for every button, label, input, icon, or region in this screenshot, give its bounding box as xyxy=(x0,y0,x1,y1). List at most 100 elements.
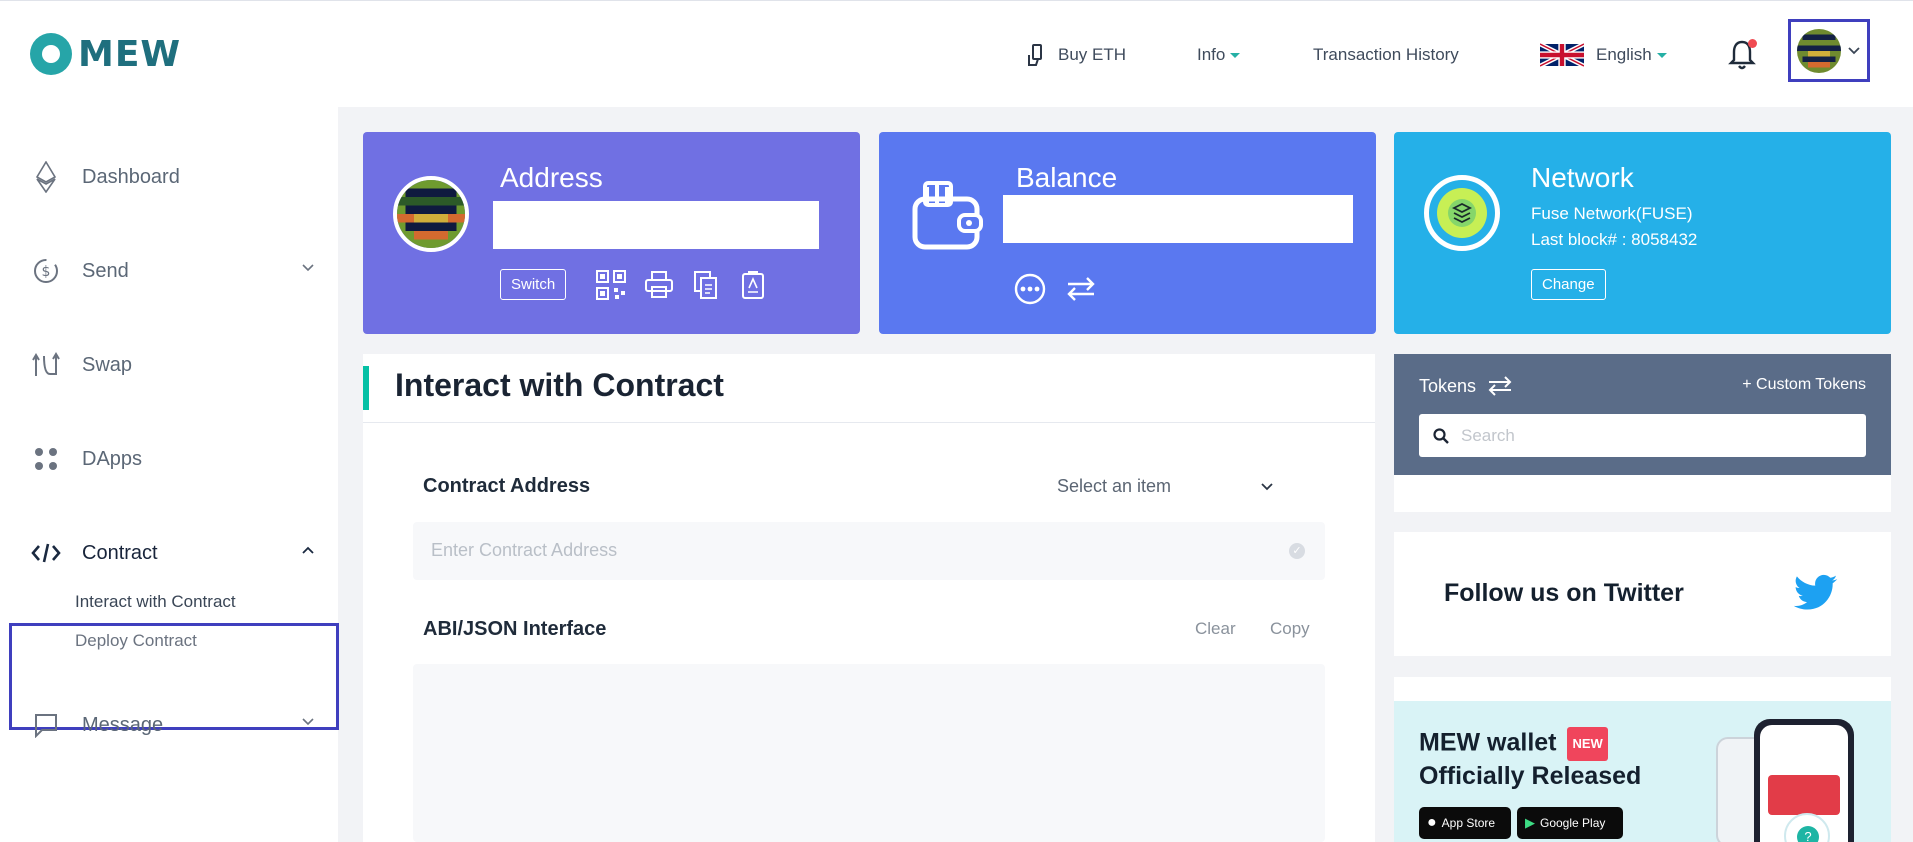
fuse-icon xyxy=(1437,188,1487,238)
uk-flag-icon xyxy=(1540,41,1584,68)
address-title: Address xyxy=(500,162,603,193)
chevron-down-icon xyxy=(1848,46,1860,54)
copy-icon[interactable] xyxy=(693,270,719,300)
switch-button[interactable]: Switch xyxy=(500,269,567,300)
nav-history-label: Transaction History xyxy=(1313,44,1459,64)
chevron-down-icon xyxy=(1261,482,1273,490)
avatar xyxy=(1797,28,1841,73)
caret-down-icon xyxy=(1230,53,1241,58)
interact-contract-panel: Interact with Contract Contract Address … xyxy=(363,354,1375,842)
sidebar-item-dashboard[interactable]: Dashboard xyxy=(30,161,320,193)
mew-logo-icon xyxy=(30,33,72,75)
network-logo xyxy=(1424,175,1500,251)
sidebar-item-label: Send xyxy=(82,259,129,282)
sidebar-item-contract[interactable]: Contract xyxy=(30,537,320,569)
page-title: Interact with Contract xyxy=(395,367,724,403)
language-label: English xyxy=(1596,44,1652,64)
nav-info-label: Info xyxy=(1197,44,1226,64)
sidebar-item-label: DApps xyxy=(82,447,143,470)
balance-card: Balance xyxy=(879,132,1376,334)
refresh-arrows-icon[interactable] xyxy=(1486,374,1514,398)
balance-value-box xyxy=(1003,195,1353,243)
check-circle-icon: ✓ xyxy=(1289,543,1305,559)
printer-icon[interactable] xyxy=(644,270,674,300)
network-name: Fuse Network(FUSE) xyxy=(1531,204,1693,223)
title-accent-bar xyxy=(363,366,369,410)
nav-buy-eth-label: Buy ETH xyxy=(1058,44,1127,64)
profile-menu-button[interactable] xyxy=(1788,19,1870,82)
google-play-label: Google Play xyxy=(1540,816,1606,830)
dapps-icon xyxy=(30,443,62,475)
app-store-label: App Store xyxy=(1441,816,1496,830)
sidebar-item-label: Message xyxy=(82,713,164,736)
sidebar-item-dapps[interactable]: DApps xyxy=(30,443,320,475)
code-icon xyxy=(30,537,62,569)
help-icon: ? xyxy=(1797,826,1819,842)
promo-background: MEW wallet NEW Officially Released ● App… xyxy=(1394,701,1891,842)
contract-address-input[interactable]: Enter Contract Address xyxy=(413,522,1325,580)
ethereum-icon xyxy=(30,161,62,193)
sidebar-item-label: Contract xyxy=(82,541,158,564)
nav-transaction-history[interactable]: Transaction History xyxy=(1313,1,1459,108)
swap-icon xyxy=(30,349,62,381)
mew-wallet-promo[interactable]: MEW wallet NEW Officially Released ● App… xyxy=(1394,677,1891,842)
last-block: Last block# : 8058432 xyxy=(1531,230,1698,249)
nav-info[interactable]: Info xyxy=(1197,1,1241,108)
network-card: Network Fuse Network(FUSE) Last block# :… xyxy=(1394,132,1891,334)
tokens-title: Tokens xyxy=(1419,374,1514,398)
wallet-icon xyxy=(912,181,983,250)
notification-dot xyxy=(1748,39,1757,48)
chevron-down-icon xyxy=(302,264,314,272)
sidebar-item-send[interactable]: $ Send xyxy=(30,255,320,287)
select-placeholder: Select an item xyxy=(1057,476,1172,496)
promo-line2: Officially Released xyxy=(1419,762,1642,790)
more-options-icon[interactable] xyxy=(1014,273,1046,305)
promo-line1: MEW wallet xyxy=(1419,728,1557,757)
sidebar-item-swap[interactable]: Swap xyxy=(30,349,320,381)
apple-icon: ● xyxy=(1427,814,1437,831)
sidebar-subitem-interact-contract[interactable]: Interact with Contract xyxy=(75,592,236,612)
sidebar: Dashboard $ Send Swap DApps Contract Int… xyxy=(0,107,339,842)
tokens-header: Tokens + Custom Tokens Search xyxy=(1394,354,1891,475)
promo-title: MEW wallet NEW Officially Released xyxy=(1419,727,1641,791)
address-value-box xyxy=(493,201,819,249)
abi-json-label: ABI/JSON Interface xyxy=(423,618,607,640)
mew-logo[interactable]: MEW xyxy=(30,33,181,75)
app-store-badge[interactable]: ● App Store xyxy=(1419,807,1511,839)
caret-down-icon xyxy=(1656,53,1667,58)
contract-select-dropdown[interactable]: Select an item xyxy=(1057,476,1273,497)
network-title: Network xyxy=(1531,162,1634,193)
abi-json-textarea[interactable] xyxy=(413,664,1325,842)
sidebar-item-message[interactable]: Message xyxy=(30,709,320,741)
token-search-input[interactable]: Search xyxy=(1419,414,1866,457)
keystore-icon[interactable] xyxy=(741,270,765,300)
address-avatar xyxy=(393,176,469,252)
play-icon: ▶ xyxy=(1525,815,1535,830)
swap-arrows-icon[interactable] xyxy=(1065,274,1097,304)
sidebar-item-label: Swap xyxy=(82,353,133,376)
logo-text: MEW xyxy=(78,33,182,75)
clear-button[interactable]: Clear xyxy=(1195,619,1236,639)
tokens-panel: Tokens + Custom Tokens Search xyxy=(1394,354,1891,512)
message-icon xyxy=(30,709,62,741)
language-selector[interactable]: English xyxy=(1540,1,1667,108)
card-hand-icon xyxy=(1028,43,1042,66)
tokens-title-label: Tokens xyxy=(1419,375,1477,396)
nav-buy-eth[interactable]: Buy ETH xyxy=(1026,1,1126,108)
custom-tokens-link[interactable]: + Custom Tokens xyxy=(1742,376,1866,394)
top-header: MEW Buy ETH Info Transaction History Eng… xyxy=(0,0,1913,107)
sidebar-subitem-deploy-contract[interactable]: Deploy Contract xyxy=(75,631,197,651)
qr-code-icon[interactable] xyxy=(595,269,627,301)
twitter-banner[interactable]: Follow us on Twitter xyxy=(1394,532,1891,656)
copy-button[interactable]: Copy xyxy=(1270,619,1310,639)
search-placeholder: Search xyxy=(1461,425,1515,445)
balance-title: Balance xyxy=(1016,162,1118,193)
google-play-badge[interactable]: ▶ Google Play xyxy=(1517,807,1623,839)
search-icon xyxy=(1433,427,1449,444)
divider xyxy=(363,422,1375,423)
chevron-up-icon xyxy=(302,546,314,554)
change-network-button[interactable]: Change xyxy=(1531,269,1606,300)
new-badge: NEW xyxy=(1567,727,1608,761)
twitter-icon xyxy=(1794,574,1838,610)
contract-address-label: Contract Address xyxy=(423,475,591,497)
